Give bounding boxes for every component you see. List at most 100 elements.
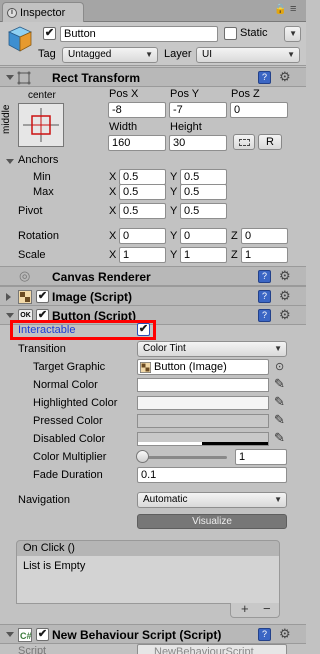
layer-dropdown[interactable]: UI ▼ [196, 47, 300, 63]
csharp-script-icon: C# [18, 628, 32, 642]
anchor-min-y-input[interactable]: 0.5 [180, 169, 227, 185]
disabled-color-swatch[interactable] [137, 432, 269, 446]
anchor-min-x-input[interactable]: 0.5 [119, 169, 166, 185]
dashed-rect-icon [239, 139, 250, 146]
fade-duration-label: Fade Duration [33, 469, 103, 481]
object-picker-icon[interactable]: ⊙ [275, 360, 284, 373]
pos-x-label: Pos X [109, 88, 139, 100]
color-multiplier-slider-thumb[interactable] [136, 450, 149, 463]
highlighted-color-swatch[interactable] [137, 396, 269, 410]
collapse-arrow-icon[interactable] [6, 75, 14, 80]
pivot-x-input[interactable]: 0.5 [119, 203, 166, 219]
gameobject-name-input[interactable]: Button [60, 26, 218, 42]
eyedropper-icon[interactable]: ✎ [274, 413, 285, 427]
anchor-max-y-input[interactable]: 0.5 [180, 184, 227, 200]
gear-icon[interactable]: ⚙ [279, 308, 291, 322]
static-checkbox[interactable] [224, 27, 237, 40]
list-footer: + − [230, 602, 280, 618]
width-label: Width [109, 121, 138, 133]
active-checkbox[interactable]: ✔ [43, 27, 56, 40]
color-multiplier-input[interactable]: 1 [235, 449, 287, 465]
transition-dropdown[interactable]: Color Tint ▼ [137, 341, 287, 357]
tab-menu-icon[interactable]: ≡ [290, 3, 296, 15]
lock-icon[interactable]: 🔒 [274, 4, 286, 15]
help-book-icon[interactable]: ? [258, 628, 271, 641]
fade-duration-input[interactable]: 0.1 [137, 467, 287, 483]
color-multiplier-label: Color Multiplier [33, 451, 107, 463]
gear-icon[interactable]: ⚙ [279, 289, 291, 303]
blueprint-mode-button[interactable] [233, 134, 255, 150]
scale-y-input[interactable]: 1 [180, 247, 227, 263]
help-book-icon[interactable]: ? [258, 270, 271, 283]
normal-color-swatch[interactable] [137, 378, 269, 392]
interactable-checkbox[interactable]: ✔ [137, 323, 150, 336]
pressed-color-swatch[interactable] [137, 414, 269, 428]
anchor-center-icon [23, 108, 59, 142]
collapse-arrow-icon[interactable] [6, 632, 14, 637]
z-label: Z [231, 230, 238, 242]
rotation-y-input[interactable]: 0 [180, 228, 227, 244]
image-script-title: Image (Script) [52, 290, 133, 304]
visualize-button[interactable]: Visualize [137, 514, 287, 529]
collapse-arrow-icon[interactable] [6, 313, 14, 318]
static-dropdown[interactable]: ▼ [284, 26, 301, 42]
scale-x-input[interactable]: 1 [119, 247, 166, 263]
transition-label: Transition [18, 343, 66, 355]
eyedropper-icon[interactable]: ✎ [274, 431, 285, 445]
eyedropper-icon[interactable]: ✎ [274, 395, 285, 409]
expand-arrow-icon[interactable] [6, 293, 11, 301]
alpha-bar [138, 442, 202, 445]
help-book-icon[interactable]: ? [258, 309, 271, 322]
color-multiplier-slider-track[interactable] [143, 456, 227, 459]
remove-icon[interactable]: − [263, 602, 271, 616]
layer-value: UI [202, 49, 212, 60]
pos-z-input[interactable]: 0 [230, 102, 288, 118]
tab-inspector[interactable]: i Inspector [2, 2, 84, 22]
x-label: X [109, 230, 117, 242]
image-script-header[interactable]: ✔ Image (Script) ? ⚙ [0, 286, 306, 306]
gear-icon[interactable]: ⚙ [279, 269, 291, 283]
image-enabled-checkbox[interactable]: ✔ [36, 290, 49, 303]
transition-value: Color Tint [143, 343, 186, 354]
on-click-header: On Click () [16, 540, 280, 557]
target-graphic-field[interactable]: Button (Image) [137, 359, 269, 375]
script-label: Script [18, 645, 47, 654]
raw-edit-button[interactable]: R [258, 134, 282, 150]
anchor-presets-button[interactable] [18, 103, 64, 147]
pos-x-input[interactable]: -8 [108, 102, 166, 118]
rect-transform-header[interactable]: Rect Transform ? ⚙ [0, 67, 306, 87]
x-label: X [109, 186, 117, 198]
anchors-foldout-icon[interactable] [6, 159, 14, 164]
script-enabled-checkbox[interactable]: ✔ [36, 628, 49, 641]
height-label: Height [170, 121, 202, 133]
height-input[interactable]: 30 [169, 135, 227, 151]
gear-icon[interactable]: ⚙ [279, 627, 291, 641]
rect-transform-title: Rect Transform [52, 71, 141, 85]
add-icon[interactable]: + [241, 602, 249, 616]
eyedropper-icon[interactable]: ✎ [274, 377, 285, 391]
rotation-x-input[interactable]: 0 [119, 228, 166, 244]
rotation-z-input[interactable]: 0 [241, 228, 288, 244]
anchor-max-x-input[interactable]: 0.5 [119, 184, 166, 200]
inspector-icon: i [7, 7, 17, 18]
rotation-label: Rotation [18, 230, 59, 242]
help-book-icon[interactable]: ? [258, 71, 271, 84]
width-input[interactable]: 160 [108, 135, 166, 151]
anchor-h-label: center [28, 90, 56, 101]
gear-icon[interactable]: ⚙ [279, 70, 291, 84]
navigation-dropdown[interactable]: Automatic ▼ [137, 492, 287, 508]
pivot-y-input[interactable]: 0.5 [180, 203, 227, 219]
canvas-renderer-header[interactable]: ◎ Canvas Renderer ? ⚙ [0, 266, 306, 286]
x-label: X [109, 205, 117, 217]
z-label: Z [231, 249, 238, 261]
help-book-icon[interactable]: ? [258, 290, 271, 303]
pos-y-input[interactable]: -7 [169, 102, 227, 118]
target-graphic-value: Button (Image) [154, 361, 227, 373]
tag-dropdown[interactable]: Untagged ▼ [62, 47, 158, 63]
anchor-v-label: middle [1, 104, 12, 134]
scale-z-input[interactable]: 1 [241, 247, 288, 263]
anchors-label: Anchors [18, 154, 59, 166]
new-behaviour-header[interactable]: C# ✔ New Behaviour Script (Script) ? ⚙ [0, 624, 306, 644]
y-label: Y [170, 230, 178, 242]
scale-label: Scale [18, 249, 46, 261]
